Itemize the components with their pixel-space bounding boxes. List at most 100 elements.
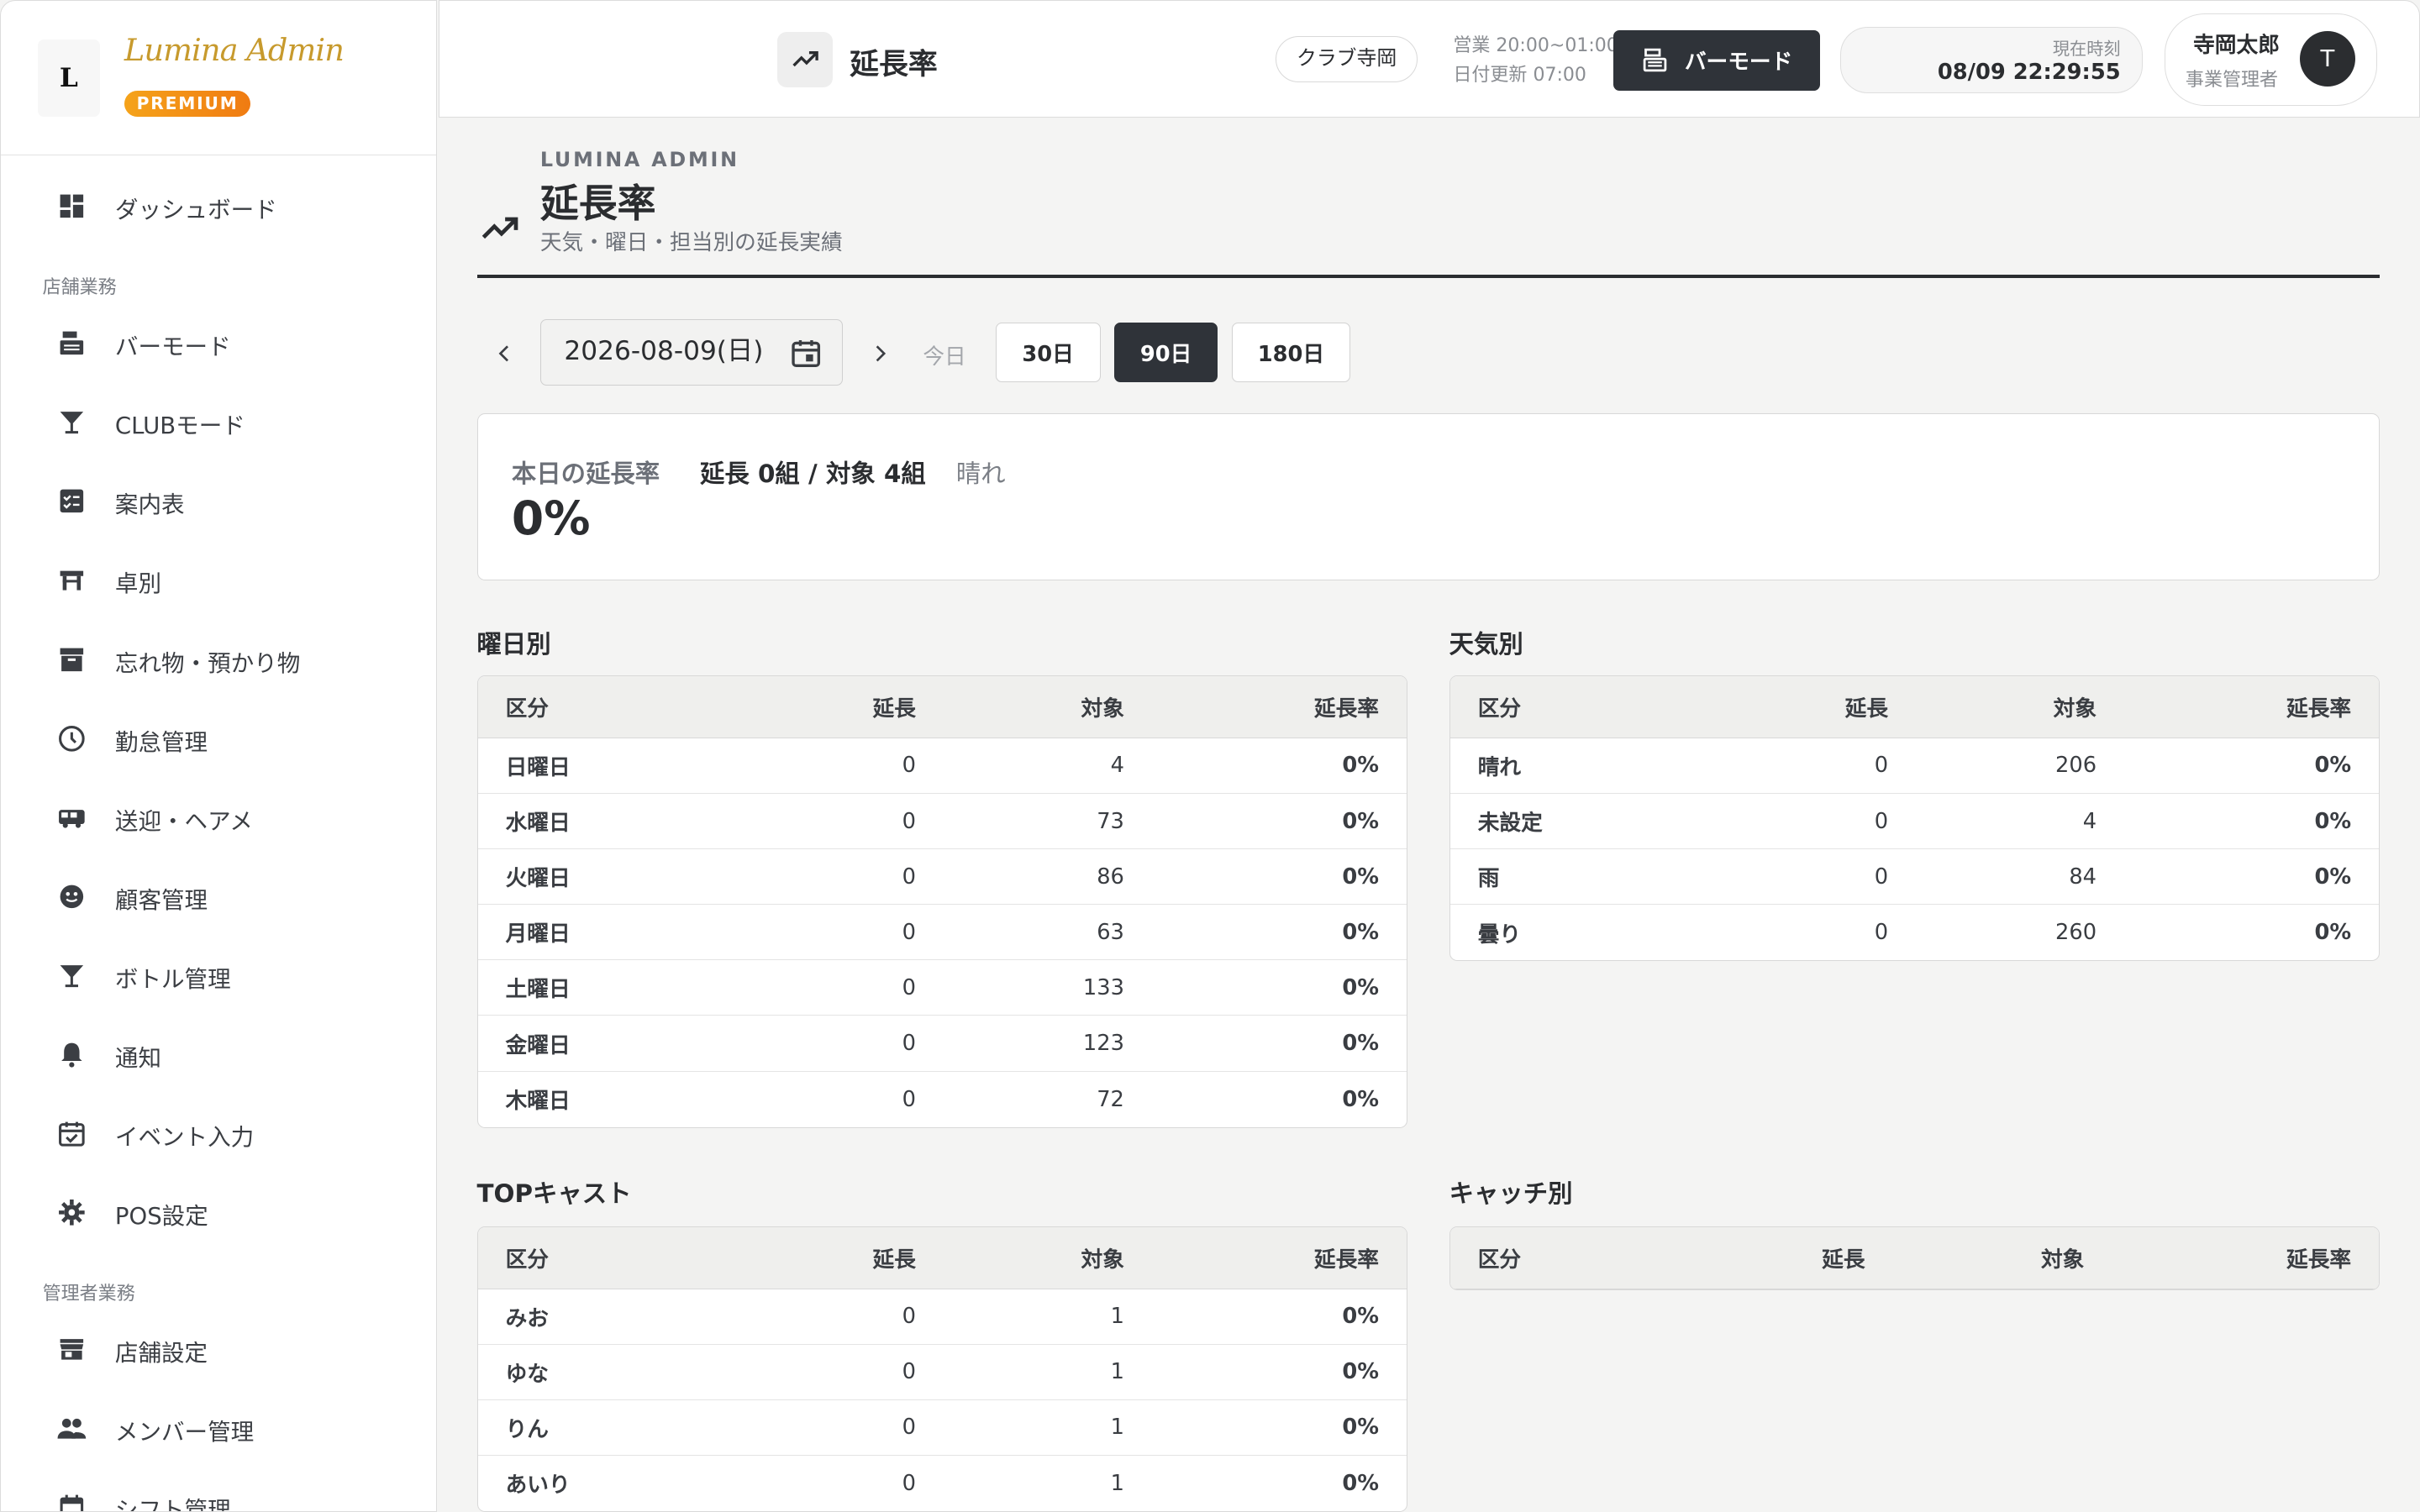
table-row: 曇り 0 260 0% [1450, 905, 2380, 960]
store-chip[interactable]: クラブ寺岡 [1276, 36, 1418, 83]
prev-date-button[interactable] [489, 338, 520, 369]
table-header: 区分 延長 対象 延長率 [477, 1227, 1407, 1289]
table-icon [60, 571, 84, 591]
range-90-button[interactable]: 90日 [1114, 322, 1218, 383]
barmode-button[interactable]: バーモード [1613, 29, 1821, 91]
barmode-label: バーモード [1684, 50, 1793, 76]
column-header[interactable]: 延長率 [1314, 676, 1379, 737]
table-cell: 0% [1342, 1304, 1379, 1330]
sidebar-item-store-10[interactable]: イベント入力 [1, 1102, 436, 1163]
sidebar-item-top-0[interactable]: ダッシュボード [1, 176, 436, 237]
sidebar-item-label: イベント入力 [114, 1123, 255, 1151]
sidebar-item-store-6[interactable]: 送迎・ヘアメ [1, 786, 436, 848]
range-30-button[interactable]: 30日 [995, 322, 1101, 383]
table-cell: 0% [1342, 974, 1379, 1000]
table-cell: 73 [1097, 808, 1124, 834]
next-date-button[interactable] [865, 338, 896, 369]
table-cell: 72 [1097, 1086, 1124, 1112]
sidebar-section-admin: 管理者業務 [42, 1283, 135, 1305]
weather-section-title: 天気別 [1449, 629, 1523, 659]
sidebar-item-admin-2[interactable]: シフト管理 [1, 1476, 436, 1511]
sidebar-item-label: POS設定 [114, 1202, 208, 1230]
column-header[interactable]: 延長 [873, 676, 916, 737]
column-header[interactable]: 対象 [2054, 676, 2096, 737]
column-header[interactable]: 延長 [1845, 676, 1888, 737]
table-cell: 金曜日 [505, 1032, 571, 1058]
table-cell: 火曜日 [505, 866, 571, 892]
store-icon [60, 1338, 84, 1360]
sidebar-item-store-0[interactable]: バーモード [1, 312, 436, 374]
range-180-button[interactable]: 180日 [1231, 322, 1351, 383]
column-header[interactable]: 区分 [506, 1227, 549, 1288]
sidebar-item-label: メンバー管理 [114, 1418, 255, 1446]
table-cell: 0 [902, 1415, 916, 1441]
sidebar-item-label: ダッシュボード [114, 196, 277, 223]
table-cell: 日曜日 [505, 754, 571, 780]
page-kicker: LUMINA ADMIN [539, 148, 739, 172]
column-header[interactable]: 延長率 [1314, 1227, 1379, 1288]
table-cell: 1 [1110, 1470, 1124, 1496]
table-cell: 木曜日 [505, 1089, 571, 1115]
sidebar-section-store: 店舗業務 [42, 277, 117, 299]
sidebar-item-label: 卓別 [114, 570, 162, 598]
column-header[interactable]: 延長 [873, 1227, 916, 1288]
table-row: 木曜日 0 72 0% [478, 1072, 1407, 1127]
date-value: 2026-08-09(日) [564, 336, 764, 367]
column-header[interactable]: 区分 [506, 676, 549, 737]
table-row: ゆな 0 1 0% [477, 1345, 1407, 1400]
gear-icon [59, 1199, 85, 1226]
column-header[interactable]: 延長 [1822, 1227, 1865, 1288]
avatar[interactable]: T [2299, 30, 2355, 87]
sidebar-item-store-11[interactable]: POS設定 [1, 1181, 436, 1242]
header-title: 延長率 [850, 47, 938, 81]
main-content: LUMINA ADMIN 延長率 天気・曜日・担当別の延長実績 2026-08-… [439, 118, 2420, 1512]
current-time: 現在時刻 08/09 22:29:55 [1840, 27, 2144, 94]
table-row: りん 0 1 0% [477, 1400, 1407, 1456]
sidebar-item-store-3[interactable]: 卓別 [1, 549, 436, 611]
table-cell: 0 [902, 864, 916, 890]
table-cell: 0% [2314, 864, 2352, 890]
table-cell: みお [505, 1305, 549, 1331]
sidebar-item-label: 送迎・ヘアメ [114, 807, 253, 835]
today-button[interactable]: 今日 [923, 339, 965, 370]
table-cell: りん [505, 1416, 549, 1442]
summary-label: 本日の延長率 [511, 459, 660, 488]
column-header[interactable]: 区分 [1478, 676, 1521, 737]
table-cell: 0 [902, 1086, 916, 1112]
column-header[interactable]: 対象 [1081, 1227, 1124, 1288]
sidebar-item-store-9[interactable]: 通知 [1, 1023, 436, 1084]
title-divider [476, 274, 2381, 278]
sidebar-item-admin-1[interactable]: メンバー管理 [1, 1397, 436, 1458]
user-menu[interactable]: 寺岡太郎 事業管理者 T [2165, 13, 2378, 106]
sidebar-item-store-5[interactable]: 勤怠管理 [1, 707, 436, 769]
chevron-right-icon [876, 345, 886, 362]
column-header[interactable]: 対象 [2041, 1227, 2084, 1288]
cocktail-icon [60, 964, 84, 987]
table-header: 区分 延長 対象 延長率 [1449, 676, 2380, 738]
calendar-icon[interactable] [789, 336, 823, 370]
table-cell: 水曜日 [505, 811, 571, 837]
sidebar-item-label: バーモード [114, 333, 231, 361]
sidebar-item-label: 案内表 [114, 491, 185, 519]
table-cell: 0 [1874, 808, 1889, 834]
sidebar-item-store-4[interactable]: 忘れ物・預かり物 [1, 628, 436, 690]
user-role: 事業管理者 [2185, 70, 2279, 92]
sidebar-item-store-7[interactable]: 顧客管理 [1, 865, 436, 927]
column-header[interactable]: 延長率 [2286, 1227, 2351, 1288]
sidebar-item-store-2[interactable]: 案内表 [1, 470, 436, 532]
date-picker-input[interactable]: 2026-08-09(日) [539, 319, 843, 386]
column-header[interactable]: 対象 [1081, 676, 1124, 737]
sidebar-item-store-8[interactable]: ボトル管理 [1, 944, 436, 1005]
table-cell: 4 [1110, 753, 1124, 779]
catch-table: 区分 延長 対象 延長率 [1449, 1226, 2381, 1290]
table-cell: 0% [1342, 1415, 1379, 1441]
table-cell: 0 [902, 753, 916, 779]
trending-up-icon [482, 217, 518, 239]
column-header[interactable]: 延長率 [2286, 676, 2351, 737]
brand[interactable]: L Lumina Admin PREMIUM [1, 1, 436, 155]
column-header[interactable]: 区分 [1478, 1227, 1521, 1288]
table-cell: 133 [1082, 974, 1124, 1000]
table-row: みお 0 1 0% [477, 1289, 1407, 1345]
sidebar-item-store-1[interactable]: CLUBモード [1, 391, 436, 453]
sidebar-item-admin-0[interactable]: 店舗設定 [1, 1319, 436, 1380]
